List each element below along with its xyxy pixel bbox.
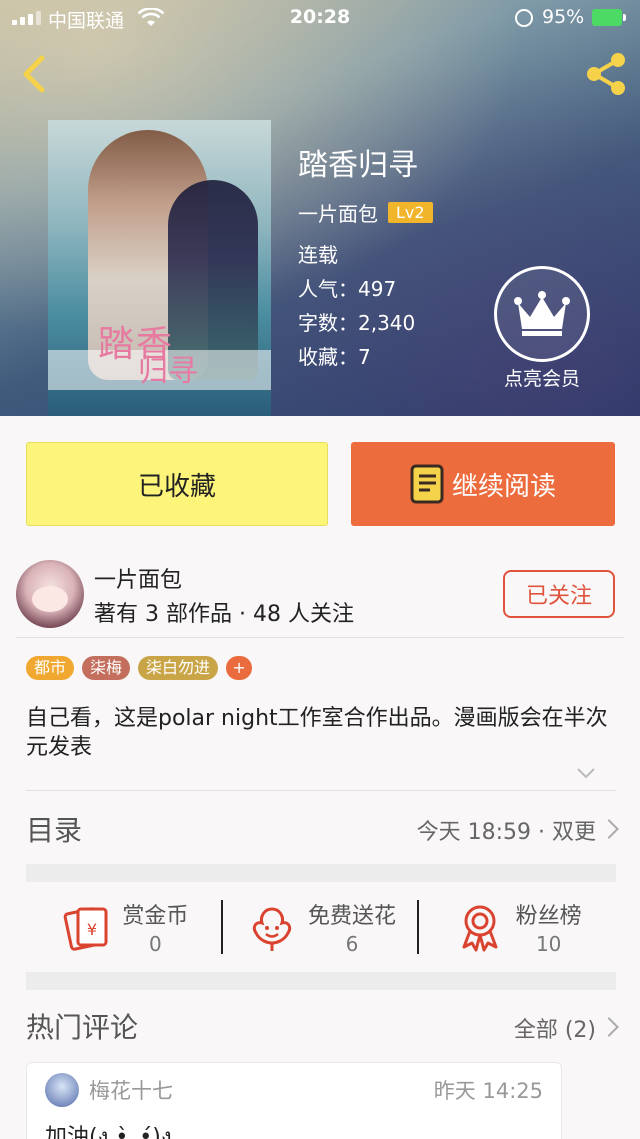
svg-text:¥: ¥: [87, 920, 97, 939]
status-bar: 中国联通 20:28 95%: [0, 0, 640, 38]
comment-card[interactable]: 梅花十七 昨天 14:25 加油(ง •̀_•́)ง: [26, 1062, 562, 1139]
reward-coins-button[interactable]: ¥ 赏金币 0: [26, 882, 223, 972]
book-info: 踏香归寻 一片面包 Lv2 连载 人气：497 字数：2,340 收藏：7: [298, 140, 433, 374]
stat-value: 10: [535, 932, 562, 956]
send-flower-button[interactable]: 免费送花 6: [223, 882, 420, 972]
commenter-name[interactable]: 梅花十七: [89, 1075, 173, 1105]
chevron-right-icon: [599, 819, 619, 839]
book-popularity: 人气：497: [298, 277, 397, 301]
continue-reading-button[interactable]: 继续阅读: [351, 442, 615, 526]
flower-icon: [252, 907, 292, 951]
crown-icon: [514, 291, 570, 336]
battery-percent: 95%: [542, 6, 585, 28]
book-word-count: 字数：2,340: [298, 311, 416, 335]
stat-name: 赏金币: [122, 904, 189, 929]
book-header: 中国联通 20:28 95% 踏香 归寻 踏香归寻 一片面包 Lv2 连载 人气…: [0, 0, 640, 416]
cover-title-line-2: 归寻: [138, 354, 198, 389]
tag-list: 都市 柒梅 柒白勿进 +: [26, 656, 253, 680]
stat-name: 粉丝榜: [515, 904, 582, 929]
book-title: 踏香归寻: [298, 148, 418, 183]
continue-reading-label: 继续阅读: [451, 471, 556, 502]
divider: [16, 637, 624, 638]
all-comments-link[interactable]: 全部 (2): [514, 1012, 596, 1044]
stat-divider: [221, 900, 223, 954]
follow-label: 已关注: [525, 584, 592, 609]
section-separator: [26, 972, 616, 990]
vip-button[interactable]: 点亮会员: [494, 266, 590, 391]
book-intro: 自己看，这是polar night工作室合作出品。漫画版会在半次元发表: [26, 706, 608, 760]
book-favorites: 收藏：7: [298, 345, 371, 369]
stats-bar: ¥ 赏金币 0 免费送花 6 粉丝榜 10: [26, 882, 616, 972]
author-name: 一片面包: [94, 568, 183, 593]
tag-chip[interactable]: 柒梅: [82, 656, 131, 680]
catalog-update-time: 今天 18:59 · 双更: [416, 820, 596, 845]
comment-time: 昨天 14:25: [433, 1079, 543, 1103]
author-avatar[interactable]: [16, 560, 84, 628]
author-card[interactable]: 一片面包 著有 3 部作品 · 48 人关注 已关注: [16, 556, 624, 638]
author-level-badge: Lv2: [388, 201, 433, 223]
stat-divider: [417, 900, 419, 954]
hot-comments-title: 热门评论: [26, 1011, 139, 1044]
book-cover[interactable]: 踏香 归寻: [48, 120, 271, 416]
collected-label: 已收藏: [137, 471, 216, 502]
tag-chip[interactable]: 柒白勿进: [138, 656, 219, 680]
stat-name: 免费送花: [308, 904, 397, 929]
vip-label: 点亮会员: [503, 368, 580, 390]
chevron-right-icon: [599, 1017, 619, 1037]
hot-comments-header: 热门评论 全部 (2): [26, 990, 619, 1062]
battery-icon: [592, 9, 626, 26]
stat-value: 0: [148, 932, 162, 956]
add-tag-button[interactable]: +: [226, 656, 253, 680]
back-arrow-icon[interactable]: [14, 52, 54, 96]
comment-text: 加油(ง •̀_•́)ง: [45, 1125, 172, 1139]
collected-button[interactable]: 已收藏: [26, 442, 328, 526]
stat-value: 6: [345, 932, 359, 956]
section-separator: [26, 864, 616, 882]
catalog-row[interactable]: 目录 今天 18:59 · 双更: [26, 792, 619, 864]
rotation-lock-icon: [515, 9, 533, 27]
book-status: 连载: [298, 243, 338, 267]
tag-chip[interactable]: 都市: [26, 656, 75, 680]
book-icon: [410, 464, 444, 504]
red-envelope-icon: ¥: [63, 907, 108, 951]
author-meta: 著有 3 部作品 · 48 人关注: [94, 602, 354, 627]
medal-icon: [462, 905, 498, 952]
author-row: 一片面包 Lv2: [298, 198, 433, 226]
commenter-avatar[interactable]: [45, 1073, 79, 1107]
fan-ranking-button[interactable]: 粉丝榜 10: [419, 882, 616, 972]
chevron-down-icon[interactable]: [575, 762, 597, 784]
book-author[interactable]: 一片面包: [298, 198, 378, 227]
divider: [26, 790, 616, 791]
catalog-title: 目录: [26, 814, 83, 847]
share-icon[interactable]: [582, 50, 630, 98]
follow-button[interactable]: 已关注: [503, 570, 615, 618]
